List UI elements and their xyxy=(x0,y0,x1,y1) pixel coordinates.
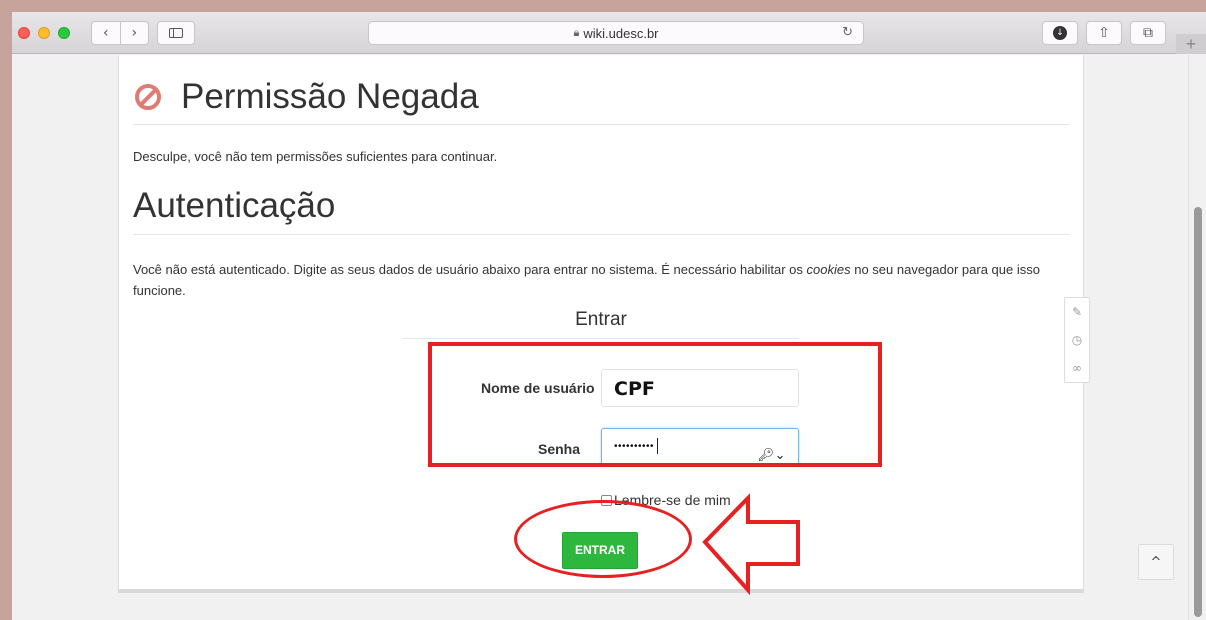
forward-button[interactable]: › xyxy=(121,22,149,44)
legend-divider xyxy=(403,338,799,339)
page-scrollbar[interactable] xyxy=(1188,55,1206,620)
edit-icon[interactable]: ✎ xyxy=(1072,305,1082,319)
browser-toolbar: ‹ › 🔒︎ wiki.udesc.br ↻ ↓ ⇧ ⧉ + xyxy=(12,12,1206,54)
tabs-icon: ⧉ xyxy=(1143,25,1153,41)
downloads-button[interactable]: ↓ xyxy=(1042,21,1078,45)
login-legend: Entrar xyxy=(575,309,627,330)
nav-buttons: ‹ › xyxy=(91,21,149,45)
share-icon: ⇧ xyxy=(1098,25,1110,41)
denied-heading: Permissão Negada xyxy=(133,69,1069,125)
history-icon[interactable]: ◷ xyxy=(1072,333,1082,347)
sidebar-toggle-button[interactable] xyxy=(157,21,195,45)
annotation-highlight-ellipse xyxy=(514,500,692,578)
lock-icon: 🔒︎ xyxy=(573,26,580,39)
links-icon[interactable]: ∞ xyxy=(1072,361,1082,375)
download-icon: ↓ xyxy=(1053,26,1067,40)
back-to-top-button[interactable]: ^ xyxy=(1138,544,1174,580)
annotation-arrow-icon xyxy=(702,493,800,596)
new-tab-button[interactable]: + xyxy=(1176,34,1206,54)
prohibited-icon xyxy=(135,83,161,110)
minimize-window-button[interactable] xyxy=(38,27,50,39)
sidebar-icon xyxy=(169,28,183,38)
denied-message: Desculpe, você não tem permissões sufici… xyxy=(133,149,498,164)
show-tabs-button[interactable]: ⧉ xyxy=(1130,21,1166,45)
url-text: wiki.udesc.br xyxy=(583,25,659,41)
auth-heading: Autenticação xyxy=(133,177,1069,235)
auth-message: Você não está autenticado. Digite as seu… xyxy=(133,259,1069,301)
page-tools: ✎ ◷ ∞ xyxy=(1064,297,1090,383)
annotation-highlight-box xyxy=(428,342,882,467)
zoom-window-button[interactable] xyxy=(58,27,70,39)
back-button[interactable]: ‹ xyxy=(92,22,121,44)
share-button[interactable]: ⇧ xyxy=(1086,21,1122,45)
auth-message-cookies: cookies xyxy=(806,262,851,277)
scrollbar-thumb[interactable] xyxy=(1194,207,1202,617)
address-bar[interactable]: 🔒︎ wiki.udesc.br ↻ xyxy=(368,21,864,45)
auth-message-part1: Você não está autenticado. Digite as seu… xyxy=(133,262,807,277)
reload-icon[interactable]: ↻ xyxy=(842,25,853,40)
denied-heading-text: Permissão Negada xyxy=(181,76,479,116)
close-window-button[interactable] xyxy=(18,27,30,39)
